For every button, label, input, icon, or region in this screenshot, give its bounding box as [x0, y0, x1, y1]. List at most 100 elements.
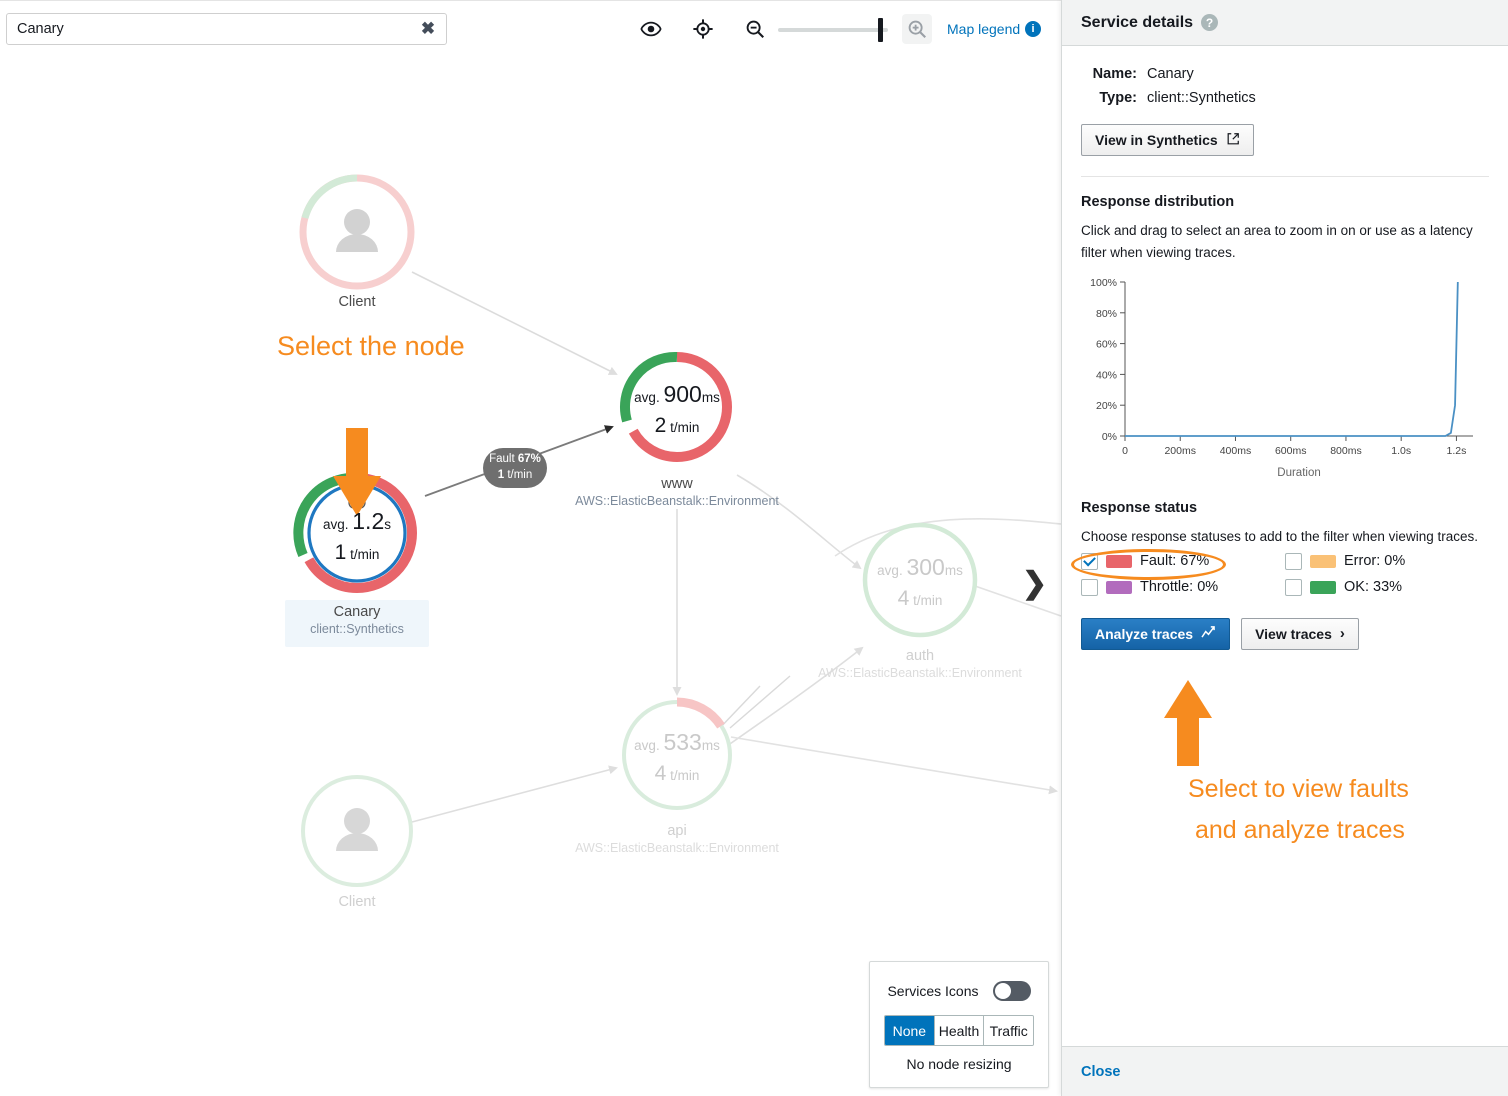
node-resize-caption: No node resizing: [870, 1056, 1048, 1072]
throttle-color-swatch: [1106, 581, 1132, 594]
focus-target-icon[interactable]: [688, 14, 718, 44]
response-status-title: Response status: [1081, 500, 1489, 516]
svg-text:600ms: 600ms: [1275, 445, 1307, 457]
ok-color-swatch: [1310, 581, 1336, 594]
view-traces-button[interactable]: View traces ›: [1241, 618, 1359, 650]
name-key: Name:: [1081, 66, 1137, 82]
svg-text:1.2s: 1.2s: [1446, 445, 1466, 457]
zoom-slider[interactable]: [778, 28, 888, 32]
svg-text:1.0s: 1.0s: [1391, 445, 1411, 457]
panel-header: Service details ?: [1062, 0, 1508, 46]
zoom-slider-thumb[interactable]: [878, 18, 883, 42]
detail-row-name: Name: Canary: [1081, 66, 1489, 82]
detail-row-type: Type: client::Synthetics: [1081, 90, 1489, 106]
edge-www-auth: [737, 475, 860, 568]
node-client-bottom[interactable]: [303, 777, 411, 885]
chart-line-icon: [1201, 626, 1216, 642]
search-input[interactable]: [7, 20, 416, 38]
resize-option-traffic[interactable]: Traffic: [984, 1016, 1033, 1045]
expand-right-chevron-icon[interactable]: ❯: [1022, 566, 1047, 601]
ok-label: OK: 33%: [1344, 579, 1402, 595]
node-api[interactable]: [624, 702, 730, 808]
node-resize-segmented-control[interactable]: None Health Traffic: [884, 1015, 1034, 1046]
error-checkbox[interactable]: [1285, 553, 1302, 570]
view-in-synthetics-button[interactable]: View in Synthetics: [1081, 124, 1254, 156]
edge-client-top-www: [412, 272, 616, 374]
error-label: Error: 0%: [1344, 553, 1405, 569]
resize-option-health[interactable]: Health: [935, 1016, 985, 1045]
search-box[interactable]: ✖: [6, 13, 447, 45]
svg-text:0: 0: [1122, 445, 1128, 457]
service-details-panel: Service details ? Name: Canary Type: cli…: [1061, 0, 1508, 1096]
services-icons-toggle[interactable]: [993, 981, 1031, 1001]
zoom-in-icon[interactable]: [902, 14, 932, 44]
resize-option-none[interactable]: None: [885, 1016, 935, 1045]
ok-checkbox[interactable]: [1285, 579, 1302, 596]
response-status-description: Choose response statuses to add to the f…: [1081, 526, 1489, 548]
svg-text:20%: 20%: [1096, 400, 1117, 412]
map-toolbar: ✖: [0, 0, 1061, 56]
svg-text:400ms: 400ms: [1220, 445, 1252, 457]
error-color-swatch: [1310, 555, 1336, 568]
edge-api-auth: [727, 648, 862, 746]
status-item-ok[interactable]: OK: 33%: [1285, 579, 1489, 596]
edge-fault-pct: 67%: [518, 453, 541, 465]
service-map-graph: [0, 56, 1061, 1096]
type-key: Type:: [1081, 90, 1137, 106]
close-link[interactable]: Close: [1081, 1064, 1121, 1080]
response-distribution-title: Response distribution: [1081, 194, 1489, 210]
fault-label: Fault: 67%: [1140, 553, 1209, 569]
info-icon[interactable]: i: [1025, 21, 1041, 37]
node-client-top[interactable]: [303, 178, 411, 286]
services-icons-label: Services Icons: [887, 983, 978, 999]
analyze-traces-button[interactable]: Analyze traces: [1081, 618, 1230, 650]
map-legend-link[interactable]: Map legend: [947, 21, 1020, 37]
edge-rate-unit: t/min: [504, 469, 532, 481]
fault-checkbox[interactable]: [1081, 553, 1098, 570]
zoom-out-icon[interactable]: [740, 14, 770, 44]
svg-text:Duration: Duration: [1277, 467, 1320, 479]
help-icon[interactable]: ?: [1201, 14, 1218, 31]
svg-text:800ms: 800ms: [1330, 445, 1362, 457]
edge-api-right: [731, 737, 1056, 791]
xray-service-map-page: ✖: [0, 0, 1508, 1096]
edge-auth-right-lower: [975, 586, 1061, 616]
map-controls-panel[interactable]: Services Icons None Health Traffic No no…: [869, 961, 1049, 1088]
edge-fault-tooltip: Fault 67% 1 t/min: [483, 448, 547, 488]
toggle-knob: [995, 983, 1011, 999]
fault-color-swatch: [1106, 555, 1132, 568]
edge-fault-prefix: Fault: [489, 453, 518, 465]
throttle-checkbox[interactable]: [1081, 579, 1098, 596]
services-icons-row: Services Icons: [870, 981, 1048, 1001]
status-item-throttle[interactable]: Throttle: 0%: [1081, 579, 1285, 596]
panel-divider: [1081, 176, 1489, 177]
annotation-analyze-line2: and analyze traces: [1195, 816, 1405, 845]
svg-text:0%: 0%: [1102, 431, 1117, 443]
svg-text:60%: 60%: [1096, 338, 1117, 350]
panel-title: Service details: [1081, 14, 1193, 32]
edge-client-bottom-api: [412, 768, 616, 822]
node-www[interactable]: [625, 357, 727, 457]
panel-footer: Close: [1062, 1046, 1508, 1096]
svg-text:200ms: 200ms: [1164, 445, 1196, 457]
node-auth[interactable]: [865, 525, 975, 635]
panel-annotation-layer: [1167, 18, 1508, 19]
service-map-canvas[interactable]: Client Canary client::Synthetics www AWS…: [0, 56, 1061, 1096]
view-in-synthetics-label: View in Synthetics: [1095, 132, 1218, 148]
svg-text:40%: 40%: [1096, 369, 1117, 381]
response-distribution-chart[interactable]: 0% 20% 40% 60% 80% 100% 0 200ms 400ms 600ms 800ms 1…: [1081, 274, 1481, 482]
analyze-traces-label: Analyze traces: [1095, 626, 1193, 642]
eye-icon[interactable]: [636, 14, 666, 44]
annotation-arrow-up: [1164, 680, 1212, 766]
response-distribution-description: Click and drag to select an area to zoom…: [1081, 220, 1489, 264]
panel-action-buttons: Analyze traces View traces ›: [1081, 618, 1489, 650]
response-status-grid: Fault: 67% Error: 0% Throttle: 0% OK: 33…: [1081, 553, 1489, 596]
status-item-error[interactable]: Error: 0%: [1285, 553, 1489, 570]
svg-text:80%: 80%: [1096, 308, 1117, 320]
type-value: client::Synthetics: [1147, 90, 1256, 106]
svg-text:100%: 100%: [1090, 277, 1117, 289]
clear-search-icon[interactable]: ✖: [416, 19, 446, 39]
canary-selection-highlight: [285, 600, 429, 647]
status-item-fault[interactable]: Fault: 67%: [1081, 553, 1285, 570]
view-traces-label: View traces: [1255, 626, 1332, 642]
